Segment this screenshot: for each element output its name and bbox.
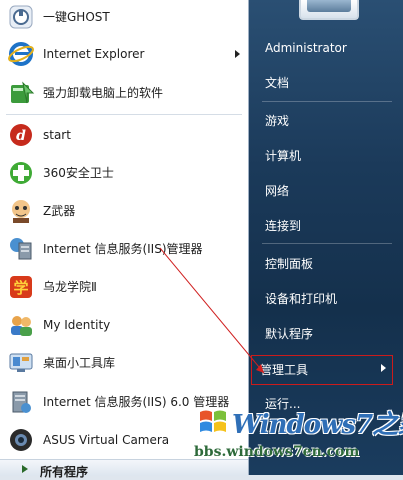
program-item-wulong-academy[interactable]: 学 乌龙学院Ⅱ xyxy=(0,269,248,305)
places-item-control-panel[interactable]: 控制面板 xyxy=(257,252,395,276)
desktop-gadgets-icon xyxy=(5,347,37,379)
user-picture[interactable] xyxy=(299,0,359,20)
program-label: Internet Explorer xyxy=(43,47,145,61)
all-programs-button[interactable]: 所有程序 xyxy=(0,459,248,479)
places-label: 连接到 xyxy=(265,219,302,233)
submenu-arrow-icon[interactable] xyxy=(381,364,386,372)
places-item-admin-tools[interactable]: 管理工具 xyxy=(251,355,393,385)
virtual-camera-icon xyxy=(5,424,37,456)
program-label: Z武器 xyxy=(43,204,76,218)
places-item-network[interactable]: 网络 xyxy=(257,179,395,203)
program-item-desktop-gadgets[interactable]: 桌面小工具库 xyxy=(0,345,248,381)
program-label: start xyxy=(43,128,71,142)
program-label: ASUS Virtual Camera xyxy=(43,433,170,447)
programs-panel: 一键GHOST Internet Explorer 强力卸载电脑上的软件 d s… xyxy=(0,0,249,479)
places-item-run[interactable]: 运行... xyxy=(257,392,395,416)
internet-explorer-icon xyxy=(5,38,37,70)
360-security-icon xyxy=(5,157,37,189)
play-arrow-icon xyxy=(22,465,28,473)
program-label: My Identity xyxy=(43,318,111,332)
program-item-asus-virtual-camera[interactable]: ASUS Virtual Camera xyxy=(0,423,248,457)
places-item-default-programs[interactable]: 默认程序 xyxy=(257,322,395,346)
wulong-academy-icon: 学 xyxy=(5,271,37,303)
menu-divider xyxy=(6,114,242,115)
iis6-manager-icon xyxy=(5,386,37,418)
program-label: Internet 信息服务(IIS) 6.0 管理器 xyxy=(43,395,230,409)
submenu-arrow-icon[interactable] xyxy=(235,50,240,58)
places-item-connect-to[interactable]: 连接到 xyxy=(257,214,395,238)
places-item-administrator[interactable]: Administrator xyxy=(257,36,395,60)
program-item-iis-manager[interactable]: Internet 信息服务(IIS)管理器 xyxy=(0,231,248,267)
program-label: 360安全卫士 xyxy=(43,166,114,180)
start-app-icon: d xyxy=(5,119,37,151)
places-label: 游戏 xyxy=(265,114,290,128)
program-label: Internet 信息服务(IIS)管理器 xyxy=(43,242,203,256)
places-item-games[interactable]: 游戏 xyxy=(257,109,395,133)
program-label: 桌面小工具库 xyxy=(43,356,116,370)
program-item-start[interactable]: d start xyxy=(0,117,248,153)
places-label: 管理工具 xyxy=(260,363,309,377)
program-item-iis6-manager[interactable]: Internet 信息服务(IIS) 6.0 管理器 xyxy=(0,383,248,421)
places-label: 控制面板 xyxy=(265,257,314,271)
program-item-ghost[interactable]: 一键GHOST xyxy=(0,0,248,34)
program-item-z-weapon[interactable]: Z武器 xyxy=(0,193,248,229)
user-picture-image xyxy=(307,0,351,12)
places-label: 计算机 xyxy=(265,149,302,163)
places-label: 网络 xyxy=(265,184,290,198)
places-divider xyxy=(262,101,392,102)
uninstall-icon xyxy=(5,77,37,109)
program-label: 一键GHOST xyxy=(43,10,110,24)
iis-manager-icon xyxy=(5,233,37,265)
program-item-my-identity[interactable]: My Identity xyxy=(0,307,248,343)
svg-text:d: d xyxy=(16,128,26,144)
places-label: 文档 xyxy=(265,76,290,90)
my-identity-icon xyxy=(5,309,37,341)
places-label: 默认程序 xyxy=(265,327,314,341)
program-item-internet-explorer[interactable]: Internet Explorer xyxy=(0,36,248,72)
svg-text:学: 学 xyxy=(13,279,28,297)
places-item-documents[interactable]: 文档 xyxy=(257,71,395,95)
all-programs-label: 所有程序 xyxy=(40,465,89,479)
program-item-uninstaller[interactable]: 强力卸载电脑上的软件 xyxy=(0,74,248,112)
ghost-icon xyxy=(5,1,37,33)
places-label: Administrator xyxy=(265,41,347,55)
places-label: 设备和打印机 xyxy=(265,292,338,306)
places-item-devices-printers[interactable]: 设备和打印机 xyxy=(257,287,395,311)
places-divider xyxy=(262,243,392,244)
places-label: 运行... xyxy=(265,397,301,411)
program-label: 乌龙学院Ⅱ xyxy=(43,280,97,294)
z-weapon-icon xyxy=(5,195,37,227)
program-label: 强力卸载电脑上的软件 xyxy=(43,86,164,100)
program-item-360-security[interactable]: 360安全卫士 xyxy=(0,155,248,191)
places-item-computer[interactable]: 计算机 xyxy=(257,144,395,168)
